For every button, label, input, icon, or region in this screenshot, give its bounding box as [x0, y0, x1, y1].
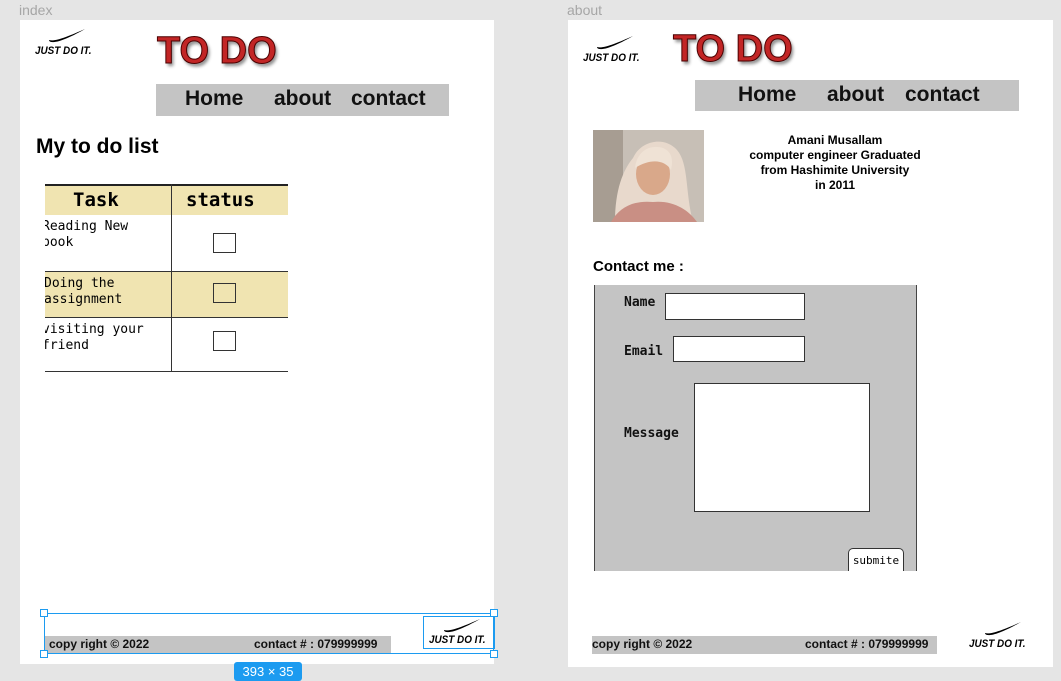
task-text: Doing the assignment — [45, 276, 123, 307]
logo-slogan: JUST DO IT. — [35, 45, 92, 57]
footer-nike-logo: JUST DO IT. — [969, 622, 1039, 662]
table-row: Doing the assignment — [45, 272, 288, 318]
submit-button[interactable]: submite — [848, 548, 904, 571]
nav-contact-link[interactable]: contact — [351, 87, 426, 111]
navbar: Home about contact — [695, 80, 1019, 111]
contact-form: Name Email Message submite — [594, 285, 917, 571]
message-textarea[interactable] — [694, 383, 870, 512]
footer-copyright: copy right © 2022 — [592, 637, 693, 651]
logo-slogan: JUST DO IT. — [969, 638, 1026, 650]
nav-contact-link[interactable]: contact — [905, 83, 980, 107]
bio-line: in 2011 — [814, 178, 856, 192]
status-checkbox[interactable] — [213, 331, 236, 351]
todo-list-heading: My to do list — [36, 135, 159, 158]
name-input[interactable] — [665, 293, 805, 320]
logo-slogan: JUST DO IT. — [583, 52, 640, 64]
about-footer-bar: copy right © 2022 contact # : 079999999 — [592, 636, 937, 654]
nav-about-link[interactable]: about — [274, 87, 331, 111]
nike-logo: JUST DO IT. — [583, 36, 653, 76]
resize-handle-bl[interactable] — [40, 650, 48, 658]
header-task: Task — [73, 189, 119, 211]
swoosh-icon — [597, 36, 633, 50]
dimension-badge: 393 × 35 — [234, 662, 302, 681]
name-label: Name — [624, 295, 656, 310]
table-header-row: Task status — [45, 184, 288, 215]
nav-about-link[interactable]: about — [827, 83, 884, 107]
email-label: Email — [624, 344, 664, 359]
swoosh-icon — [49, 29, 85, 43]
bio-line: from Hashimite University — [760, 163, 910, 177]
task-text: visiting your friend — [45, 322, 144, 353]
nike-logo: JUST DO IT. — [35, 29, 105, 69]
header-status: status — [186, 189, 255, 211]
task-text: Reading New book — [45, 219, 129, 250]
bio-name: Amani Musallam — [787, 133, 883, 147]
page-title: TO DO — [673, 28, 794, 70]
table-row: visiting your friend — [45, 318, 288, 372]
swoosh-icon — [985, 622, 1021, 636]
resize-handle-tr[interactable] — [490, 609, 498, 617]
status-checkbox[interactable] — [213, 233, 236, 253]
frame-label-about: about — [567, 2, 603, 18]
status-checkbox[interactable] — [213, 283, 236, 303]
email-input[interactable] — [673, 336, 805, 362]
column-divider — [171, 184, 172, 372]
table-row: Reading New book — [45, 215, 288, 272]
resize-handle-br[interactable] — [490, 650, 498, 658]
message-label: Message — [624, 426, 679, 441]
resize-handle-tl[interactable] — [40, 609, 48, 617]
footer-contact: contact # : 079999999 — [805, 637, 929, 651]
bio-text: Amani Musallam computer engineer Graduat… — [736, 133, 934, 193]
bio-line: computer engineer Graduated — [749, 148, 921, 162]
nav-home-link[interactable]: Home — [738, 83, 796, 107]
selection-box[interactable] — [44, 613, 494, 654]
navbar: Home about contact — [156, 84, 449, 116]
profile-photo — [593, 130, 704, 222]
frame-label-index: index — [19, 2, 53, 18]
page-title: TO DO — [157, 30, 278, 72]
todo-table: Task status Reading New book Doing the a… — [45, 184, 288, 372]
contact-heading: Contact me : — [593, 258, 684, 275]
nav-home-link[interactable]: Home — [185, 87, 243, 111]
